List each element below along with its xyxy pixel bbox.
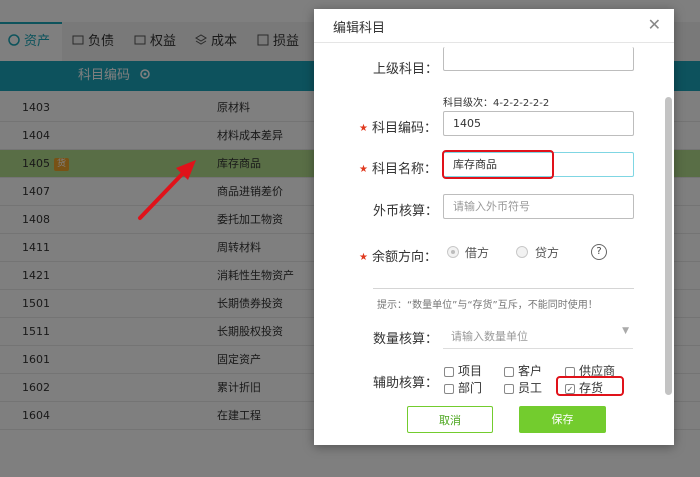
qty-label: 数量核算： (373, 332, 439, 347)
qty-unit-select[interactable]: 请输入数量单位 ▼ (443, 323, 633, 349)
fx-label: 外币核算： (373, 204, 439, 219)
edit-account-dialog: 编辑科目 ✕ 上级科目： 科目级次：4-2-2-2-2-2 ★ 科目编码： 140… (314, 9, 674, 445)
dialog-scrollbar[interactable] (665, 97, 672, 395)
save-button[interactable]: 保存 (519, 406, 606, 433)
credit-label: 贷方 (535, 246, 560, 260)
level-hint: 科目级次：4-2-2-2-2-2 (443, 98, 550, 109)
code-label: ★ 科目编码： (359, 121, 437, 136)
dialog-body[interactable]: 上级科目： 科目级次：4-2-2-2-2-2 ★ 科目编码： 1405 ★ 科目名称… (314, 43, 674, 445)
aux-employee-checkbox[interactable] (504, 384, 514, 394)
cancel-button[interactable]: 取消 (407, 406, 493, 433)
account-code-input[interactable]: 1405 (443, 111, 634, 136)
balance-label: ★ 余额方向： (359, 250, 437, 265)
divider (373, 288, 634, 289)
chevron-down-icon: ▼ (622, 326, 629, 336)
help-icon[interactable]: ? (591, 244, 607, 260)
aux-project-label: 项目 (458, 364, 483, 378)
credit-radio[interactable] (516, 246, 528, 258)
close-icon[interactable]: ✕ (648, 15, 661, 34)
currency-input[interactable]: 请输入外币符号 (443, 194, 634, 219)
aux-dept-label: 部门 (458, 381, 483, 395)
aux-dept-checkbox[interactable] (444, 384, 454, 394)
name-highlight-box (442, 150, 554, 179)
parent-account-label: 上级科目： (373, 62, 439, 77)
aux-project-checkbox[interactable] (444, 367, 454, 377)
aux-customer-label: 客户 (518, 364, 543, 378)
annotation-arrow-icon (138, 160, 196, 220)
inventory-highlight-box (556, 376, 624, 396)
aux-employee-label: 员工 (518, 381, 543, 395)
aux-label: 辅助核算： (373, 376, 439, 391)
qty-placeholder: 请输入数量单位 (451, 330, 528, 343)
debit-label: 借方 (465, 246, 490, 260)
aux-customer-checkbox[interactable] (504, 367, 514, 377)
dialog-title: 编辑科目 (333, 21, 386, 36)
parent-account-input[interactable] (443, 47, 634, 71)
debit-radio[interactable] (447, 246, 459, 258)
name-label: ★ 科目名称： (359, 162, 437, 177)
mutex-tip: 提示：“数量单位”与“存货”互斥，不能同时使用！ (377, 300, 598, 311)
